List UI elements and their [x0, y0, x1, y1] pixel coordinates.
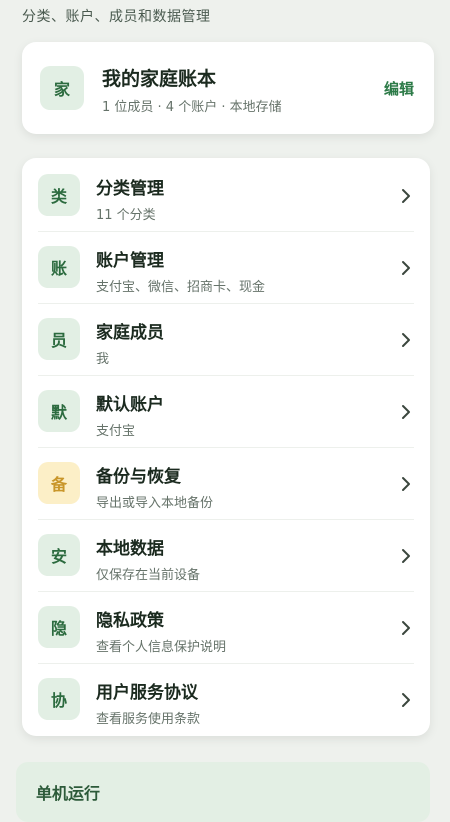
menu-item-title: 备份与恢复 [96, 467, 181, 487]
menu-item-title: 隐私政策 [96, 611, 164, 631]
menu-item-title: 用户服务协议 [96, 683, 198, 703]
family-ledger-title: 我的家庭账本 [102, 68, 217, 90]
menu-item-privacy-policy[interactable]: 隐 隐私政策 查看个人信息保护说明 [22, 592, 430, 664]
menu-item-subtitle: 我 [96, 352, 110, 367]
edit-button[interactable]: 编辑 [384, 78, 414, 99]
menu-item-local-data[interactable]: 安 本地数据 仅保存在当前设备 [22, 520, 430, 592]
backup-badge: 备 [38, 462, 80, 504]
member-badge: 员 [38, 318, 80, 360]
category-badge: 类 [38, 174, 80, 216]
menu-item-title: 账户管理 [96, 251, 164, 271]
menu-item-title: 本地数据 [96, 539, 164, 559]
menu-item-title: 默认账户 [96, 395, 164, 415]
agreement-badge: 协 [38, 678, 80, 720]
settings-menu: 类 分类管理 11 个分类 账 账户管理 支付宝、微信、招商卡、现金 员 家庭成… [22, 158, 430, 736]
chevron-right-icon [402, 261, 410, 275]
menu-item-subtitle: 11 个分类 [96, 208, 156, 223]
chevron-right-icon [402, 549, 410, 563]
default-badge: 默 [38, 390, 80, 432]
chevron-right-icon [402, 333, 410, 347]
account-badge: 账 [38, 246, 80, 288]
chevron-right-icon [402, 405, 410, 419]
menu-item-members[interactable]: 员 家庭成员 我 [22, 304, 430, 376]
chevron-right-icon [402, 621, 410, 635]
privacy-badge: 隐 [38, 606, 80, 648]
menu-item-subtitle: 支付宝、微信、招商卡、现金 [96, 280, 266, 295]
menu-item-subtitle: 查看服务使用条款 [96, 712, 201, 727]
family-badge: 家 [40, 66, 84, 110]
menu-item-user-agreement[interactable]: 协 用户服务协议 查看服务使用条款 [22, 664, 430, 736]
menu-item-subtitle: 导出或导入本地备份 [96, 496, 214, 511]
menu-item-accounts[interactable]: 账 账户管理 支付宝、微信、招商卡、现金 [22, 232, 430, 304]
family-ledger-card: 家 我的家庭账本 1 位成员 · 4 个账户 · 本地存储 编辑 [22, 42, 434, 134]
family-ledger-summary: 1 位成员 · 4 个账户 · 本地存储 [102, 100, 282, 115]
menu-item-backup-restore[interactable]: 备 备份与恢复 导出或导入本地备份 [22, 448, 430, 520]
menu-item-subtitle: 仅保存在当前设备 [96, 568, 201, 583]
chevron-right-icon [402, 189, 410, 203]
menu-item-title: 分类管理 [96, 179, 164, 199]
menu-item-title: 家庭成员 [96, 323, 164, 343]
chevron-right-icon [402, 693, 410, 707]
chevron-right-icon [402, 477, 410, 491]
menu-item-subtitle: 查看个人信息保护说明 [96, 640, 227, 655]
menu-item-subtitle: 支付宝 [96, 424, 136, 439]
offline-mode-title: 单机运行 [36, 784, 101, 803]
offline-mode-card: 单机运行 [16, 762, 430, 822]
menu-item-categories[interactable]: 类 分类管理 11 个分类 [22, 160, 430, 232]
page-subtitle: 分类、账户、成员和数据管理 [22, 9, 211, 25]
security-badge: 安 [38, 534, 80, 576]
menu-item-default-account[interactable]: 默 默认账户 支付宝 [22, 376, 430, 448]
